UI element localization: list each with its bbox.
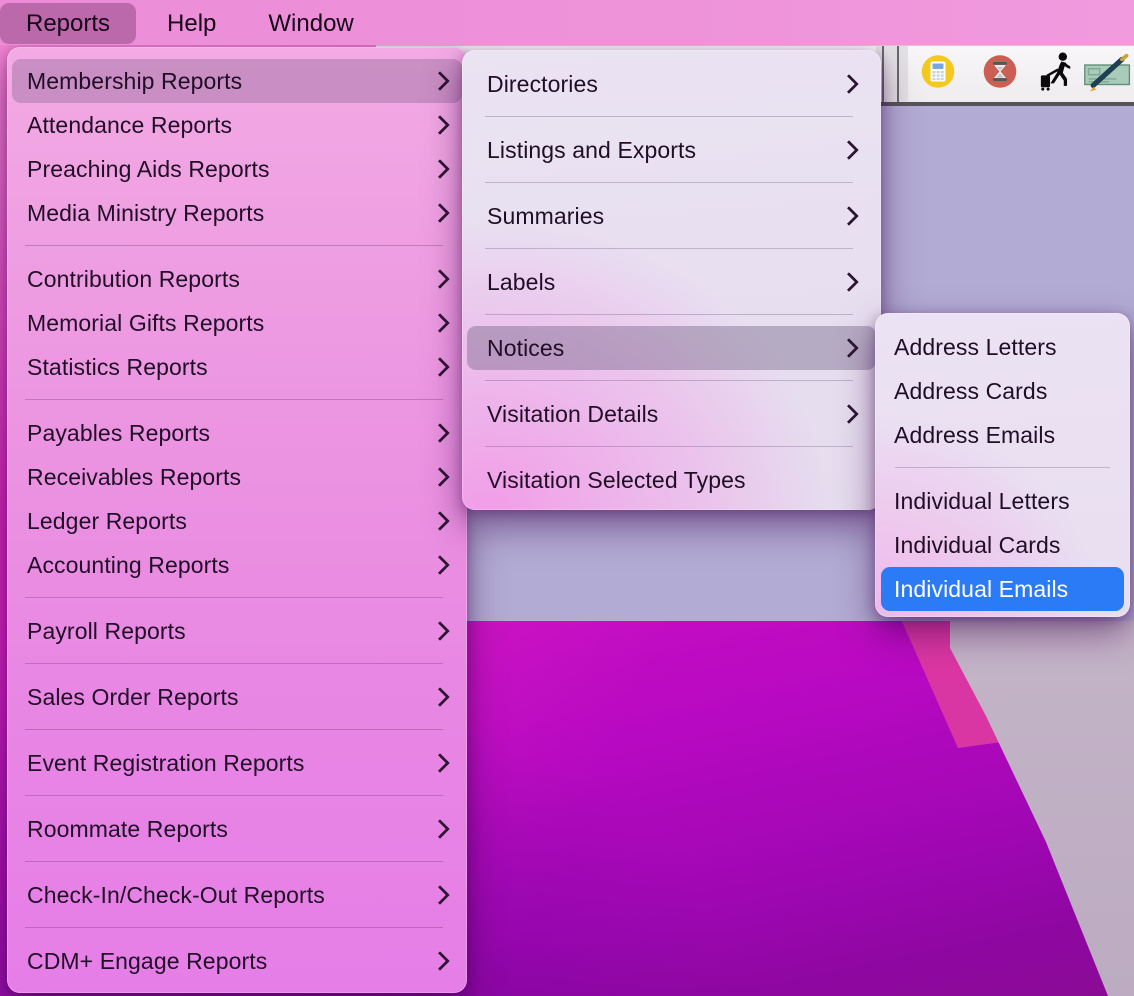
chevron-right-icon	[430, 819, 450, 839]
chevron-right-icon	[430, 555, 450, 575]
menu-separator	[7, 785, 467, 807]
notices-submenu: Address Letters Address Cards Address Em…	[875, 313, 1130, 617]
chevron-right-icon	[430, 269, 450, 289]
menu-separator	[462, 172, 881, 194]
menu-separator	[7, 719, 467, 741]
chevron-right-icon	[430, 687, 450, 707]
menu-item-memorial-gifts-reports[interactable]: Memorial Gifts Reports	[12, 301, 462, 345]
chevron-right-icon	[430, 753, 450, 773]
chevron-right-icon	[430, 115, 450, 135]
menu-item-receivables-reports[interactable]: Receivables Reports	[12, 455, 462, 499]
menu-item-cdm-engage-reports[interactable]: CDM+ Engage Reports	[12, 939, 462, 983]
chevron-right-icon	[839, 404, 859, 424]
chevron-right-icon	[430, 951, 450, 971]
menu-item-checkin-checkout-reports[interactable]: Check-In/Check-Out Reports	[12, 873, 462, 917]
toolbar-divider-line	[882, 46, 884, 102]
menu-item-payroll-reports[interactable]: Payroll Reports	[12, 609, 462, 653]
menu-separator	[7, 389, 467, 411]
menu-item-ledger-reports[interactable]: Ledger Reports	[12, 499, 462, 543]
chevron-right-icon	[430, 885, 450, 905]
menu-item-preaching-aids-reports[interactable]: Preaching Aids Reports	[12, 147, 462, 191]
menu-separator	[462, 238, 881, 260]
menu-separator	[7, 851, 467, 873]
menu-item-visitation-selected-types[interactable]: Visitation Selected Types	[467, 458, 876, 502]
menu-separator	[462, 304, 881, 326]
traveler-icon[interactable]	[1038, 51, 1080, 98]
menu-item-statistics-reports[interactable]: Statistics Reports	[12, 345, 462, 389]
menu-item-payables-reports[interactable]: Payables Reports	[12, 411, 462, 455]
menu-item-individual-emails[interactable]: Individual Emails	[881, 567, 1124, 611]
menu-item-sales-order-reports[interactable]: Sales Order Reports	[12, 675, 462, 719]
menu-item-contribution-reports[interactable]: Contribution Reports	[12, 257, 462, 301]
menu-separator	[462, 436, 881, 458]
menu-item-media-ministry-reports[interactable]: Media Ministry Reports	[12, 191, 462, 235]
hourglass-icon[interactable]	[983, 55, 1017, 94]
calculator-icon[interactable]	[921, 55, 955, 94]
check-writing-icon[interactable]	[1082, 51, 1134, 98]
menu-item-roommate-reports[interactable]: Roommate Reports	[12, 807, 462, 851]
chevron-right-icon	[839, 74, 859, 94]
menu-item-summaries[interactable]: Summaries	[467, 194, 876, 238]
chevron-right-icon	[430, 621, 450, 641]
menu-item-listings-and-exports[interactable]: Listings and Exports	[467, 128, 876, 172]
menu-item-individual-letters[interactable]: Individual Letters	[881, 479, 1124, 523]
menu-item-accounting-reports[interactable]: Accounting Reports	[12, 543, 462, 587]
reports-menu: Membership Reports Attendance Reports Pr…	[7, 47, 467, 993]
chevron-right-icon	[839, 338, 859, 358]
menubar-item-help[interactable]: Help	[146, 3, 237, 44]
menu-item-event-registration-reports[interactable]: Event Registration Reports	[12, 741, 462, 785]
menubar-item-reports[interactable]: Reports	[0, 3, 136, 44]
menu-item-address-cards[interactable]: Address Cards	[881, 369, 1124, 413]
menu-separator	[7, 587, 467, 609]
chevron-right-icon	[430, 313, 450, 333]
menu-item-individual-cards[interactable]: Individual Cards	[881, 523, 1124, 567]
menu-separator	[7, 235, 467, 257]
chevron-right-icon	[430, 203, 450, 223]
chevron-right-icon	[839, 272, 859, 292]
menubar-item-window[interactable]: Window	[247, 3, 374, 44]
menu-item-membership-reports[interactable]: Membership Reports	[12, 59, 462, 103]
menu-item-labels[interactable]: Labels	[467, 260, 876, 304]
menu-item-address-letters[interactable]: Address Letters	[881, 325, 1124, 369]
chevron-right-icon	[430, 511, 450, 531]
menu-bar: Reports Help Window	[0, 0, 1134, 45]
menu-item-directories[interactable]: Directories	[467, 62, 876, 106]
menu-item-address-emails[interactable]: Address Emails	[881, 413, 1124, 457]
menu-separator	[875, 457, 1130, 479]
chevron-right-icon	[430, 357, 450, 377]
menu-item-attendance-reports[interactable]: Attendance Reports	[12, 103, 462, 147]
membership-reports-submenu: Directories Listings and Exports Summari…	[462, 50, 881, 510]
menu-item-notices[interactable]: Notices	[467, 326, 876, 370]
menu-item-visitation-details[interactable]: Visitation Details	[467, 392, 876, 436]
chevron-right-icon	[430, 423, 450, 443]
chevron-right-icon	[430, 467, 450, 487]
menu-separator	[462, 370, 881, 392]
chevron-right-icon	[839, 140, 859, 160]
chevron-right-icon	[430, 159, 450, 179]
menu-separator	[7, 917, 467, 939]
chevron-right-icon	[430, 71, 450, 91]
menu-separator	[7, 653, 467, 675]
menu-separator	[462, 106, 881, 128]
chevron-right-icon	[839, 206, 859, 226]
toolbar-divider-line	[897, 46, 899, 102]
